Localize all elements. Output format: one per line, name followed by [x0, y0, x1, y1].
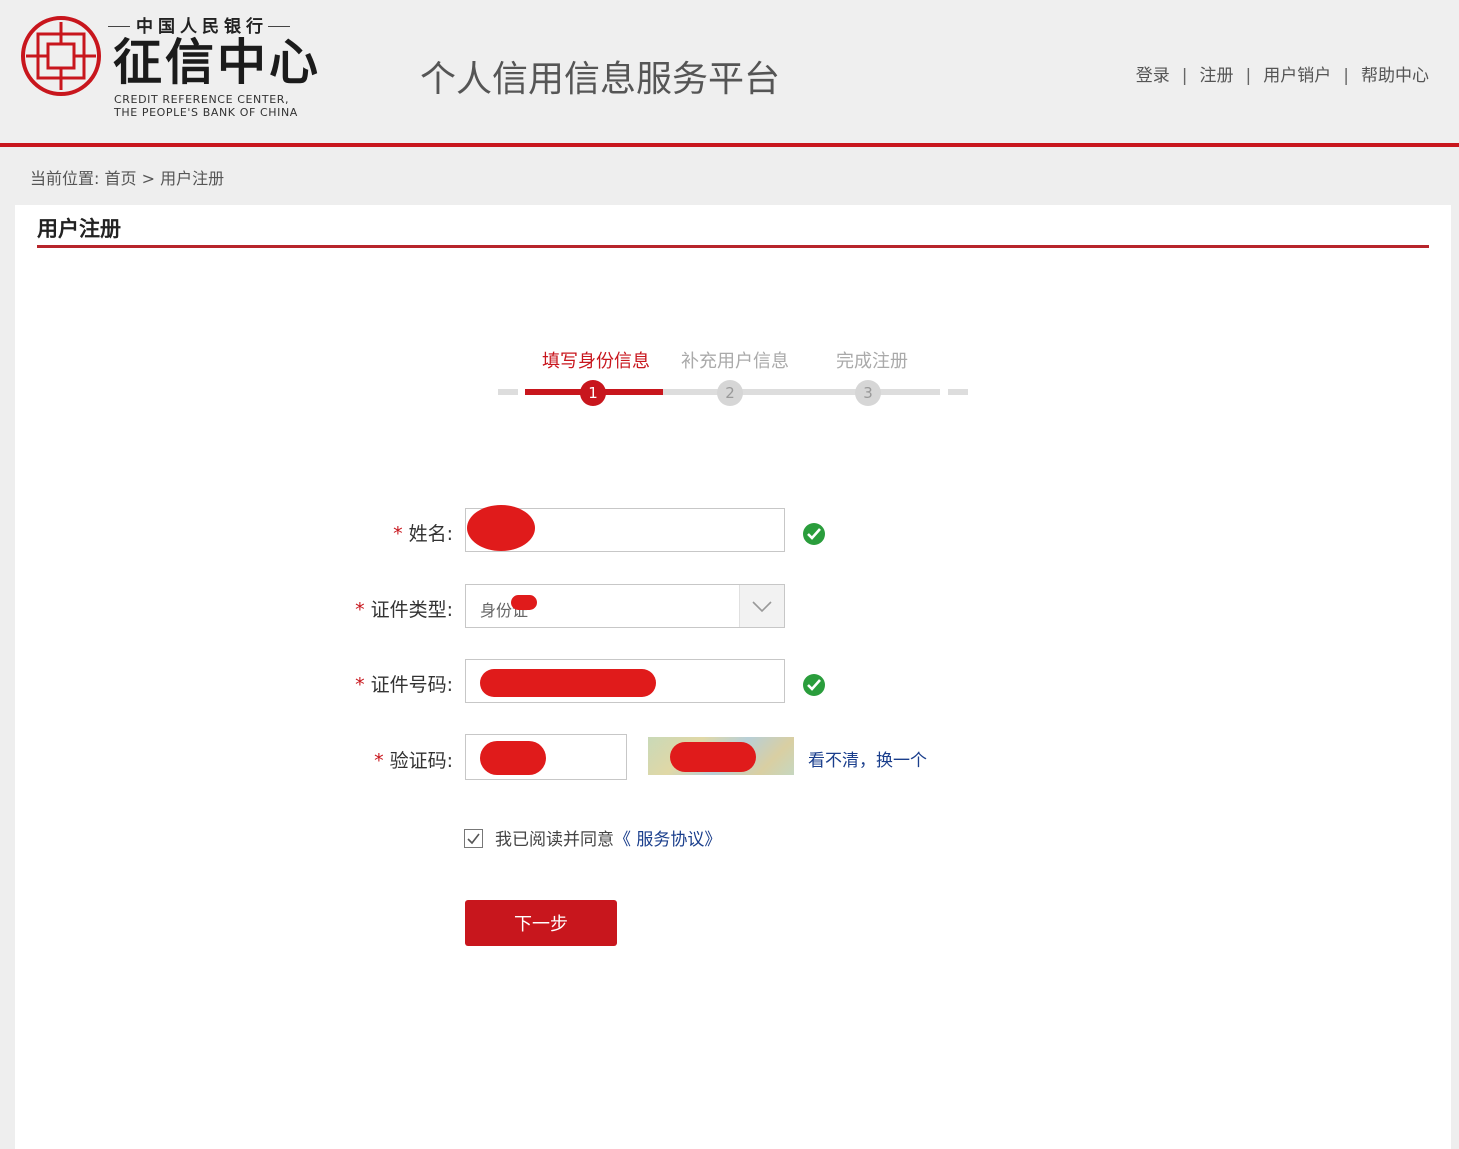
breadcrumb: 当前位置: 首页 > 用户注册 — [30, 165, 224, 189]
register-panel: 用户注册 填写身份信息 补充用户信息 完成注册 1 2 3 * 姓名: * 证件类型… — [15, 205, 1451, 1149]
id-number-field[interactable] — [465, 659, 785, 703]
required-mark: * — [393, 523, 403, 545]
step-dot-1: 1 — [580, 380, 606, 406]
required-mark: * — [374, 750, 384, 772]
check-circle-icon — [803, 523, 825, 545]
required-mark: * — [355, 674, 365, 696]
top-nav: 登录 | 注册 | 用户销户 | 帮助中心 — [1136, 61, 1429, 86]
nav-help-link[interactable]: 帮助中心 — [1361, 66, 1429, 86]
step-label-2: 补充用户信息 — [681, 351, 789, 372]
platform-title: 个人信用信息服务平台 — [420, 59, 781, 100]
nav-separator: | — [1181, 66, 1188, 86]
captcha-refresh-link[interactable]: 看不清，换一个 — [808, 746, 927, 771]
check-circle-icon — [803, 674, 825, 696]
site-header: 中国人民银行 征信中心 CREDIT REFERENCE CENTER, THE… — [0, 0, 1459, 147]
step-track-end — [948, 389, 968, 395]
next-step-button[interactable]: 下一步 — [465, 900, 617, 946]
logo-english-line1: CREDIT REFERENCE CENTER, — [114, 93, 290, 106]
step-dot-2: 2 — [717, 380, 743, 406]
panel-title: 用户注册 — [37, 217, 121, 241]
seal-logo-icon — [21, 16, 101, 96]
nav-cancel-account-link[interactable]: 用户销户 — [1263, 66, 1331, 86]
chevron-down-icon[interactable] — [739, 585, 784, 627]
required-mark: * — [355, 599, 365, 621]
checkbox-check-icon — [467, 833, 480, 845]
step-label-1: 填写身份信息 — [542, 351, 650, 372]
redaction-mark — [670, 742, 756, 772]
name-label: * 姓名: — [393, 523, 453, 545]
breadcrumb-prefix: 当前位置: — [30, 169, 100, 188]
breadcrumb-arrow: > — [141, 169, 156, 188]
id-number-label: * 证件号码: — [355, 674, 453, 696]
agreement-text: 我已阅读并同意 — [495, 830, 614, 850]
captcha-label: * 验证码: — [374, 750, 453, 772]
nav-separator: | — [1245, 66, 1252, 86]
agreement-checkbox[interactable] — [464, 829, 483, 848]
breadcrumb-home-link[interactable]: 首页 — [105, 169, 137, 188]
captcha-image[interactable] — [648, 737, 794, 775]
breadcrumb-current: 用户注册 — [160, 169, 225, 188]
captcha-field[interactable] — [465, 734, 627, 780]
service-agreement-link[interactable]: 《 服务协议》 — [614, 830, 721, 850]
logo-english-line2: THE PEOPLE'S BANK OF CHINA — [114, 106, 298, 119]
name-field[interactable] — [465, 505, 785, 552]
agreement-row: 我已阅读并同意《 服务协议》 — [464, 825, 721, 850]
nav-login-link[interactable]: 登录 — [1136, 66, 1170, 86]
id-type-label: * 证件类型: — [355, 599, 453, 621]
redaction-mark — [480, 669, 656, 697]
step-progress: 填写身份信息 补充用户信息 完成注册 1 2 3 — [498, 345, 970, 415]
step-track-pending — [663, 389, 940, 395]
step-dot-3: 3 — [855, 380, 881, 406]
nav-separator: | — [1343, 66, 1349, 86]
redaction-mark — [467, 505, 535, 551]
panel-divider — [37, 245, 1429, 248]
nav-register-link[interactable]: 注册 — [1200, 66, 1234, 86]
step-track-start — [498, 389, 518, 395]
id-type-select[interactable]: 身份证 — [465, 584, 785, 628]
step-label-3: 完成注册 — [836, 351, 908, 372]
redaction-mark — [511, 595, 537, 610]
logo-center-name: 征信中心 — [113, 33, 322, 91]
redaction-mark — [480, 741, 546, 775]
